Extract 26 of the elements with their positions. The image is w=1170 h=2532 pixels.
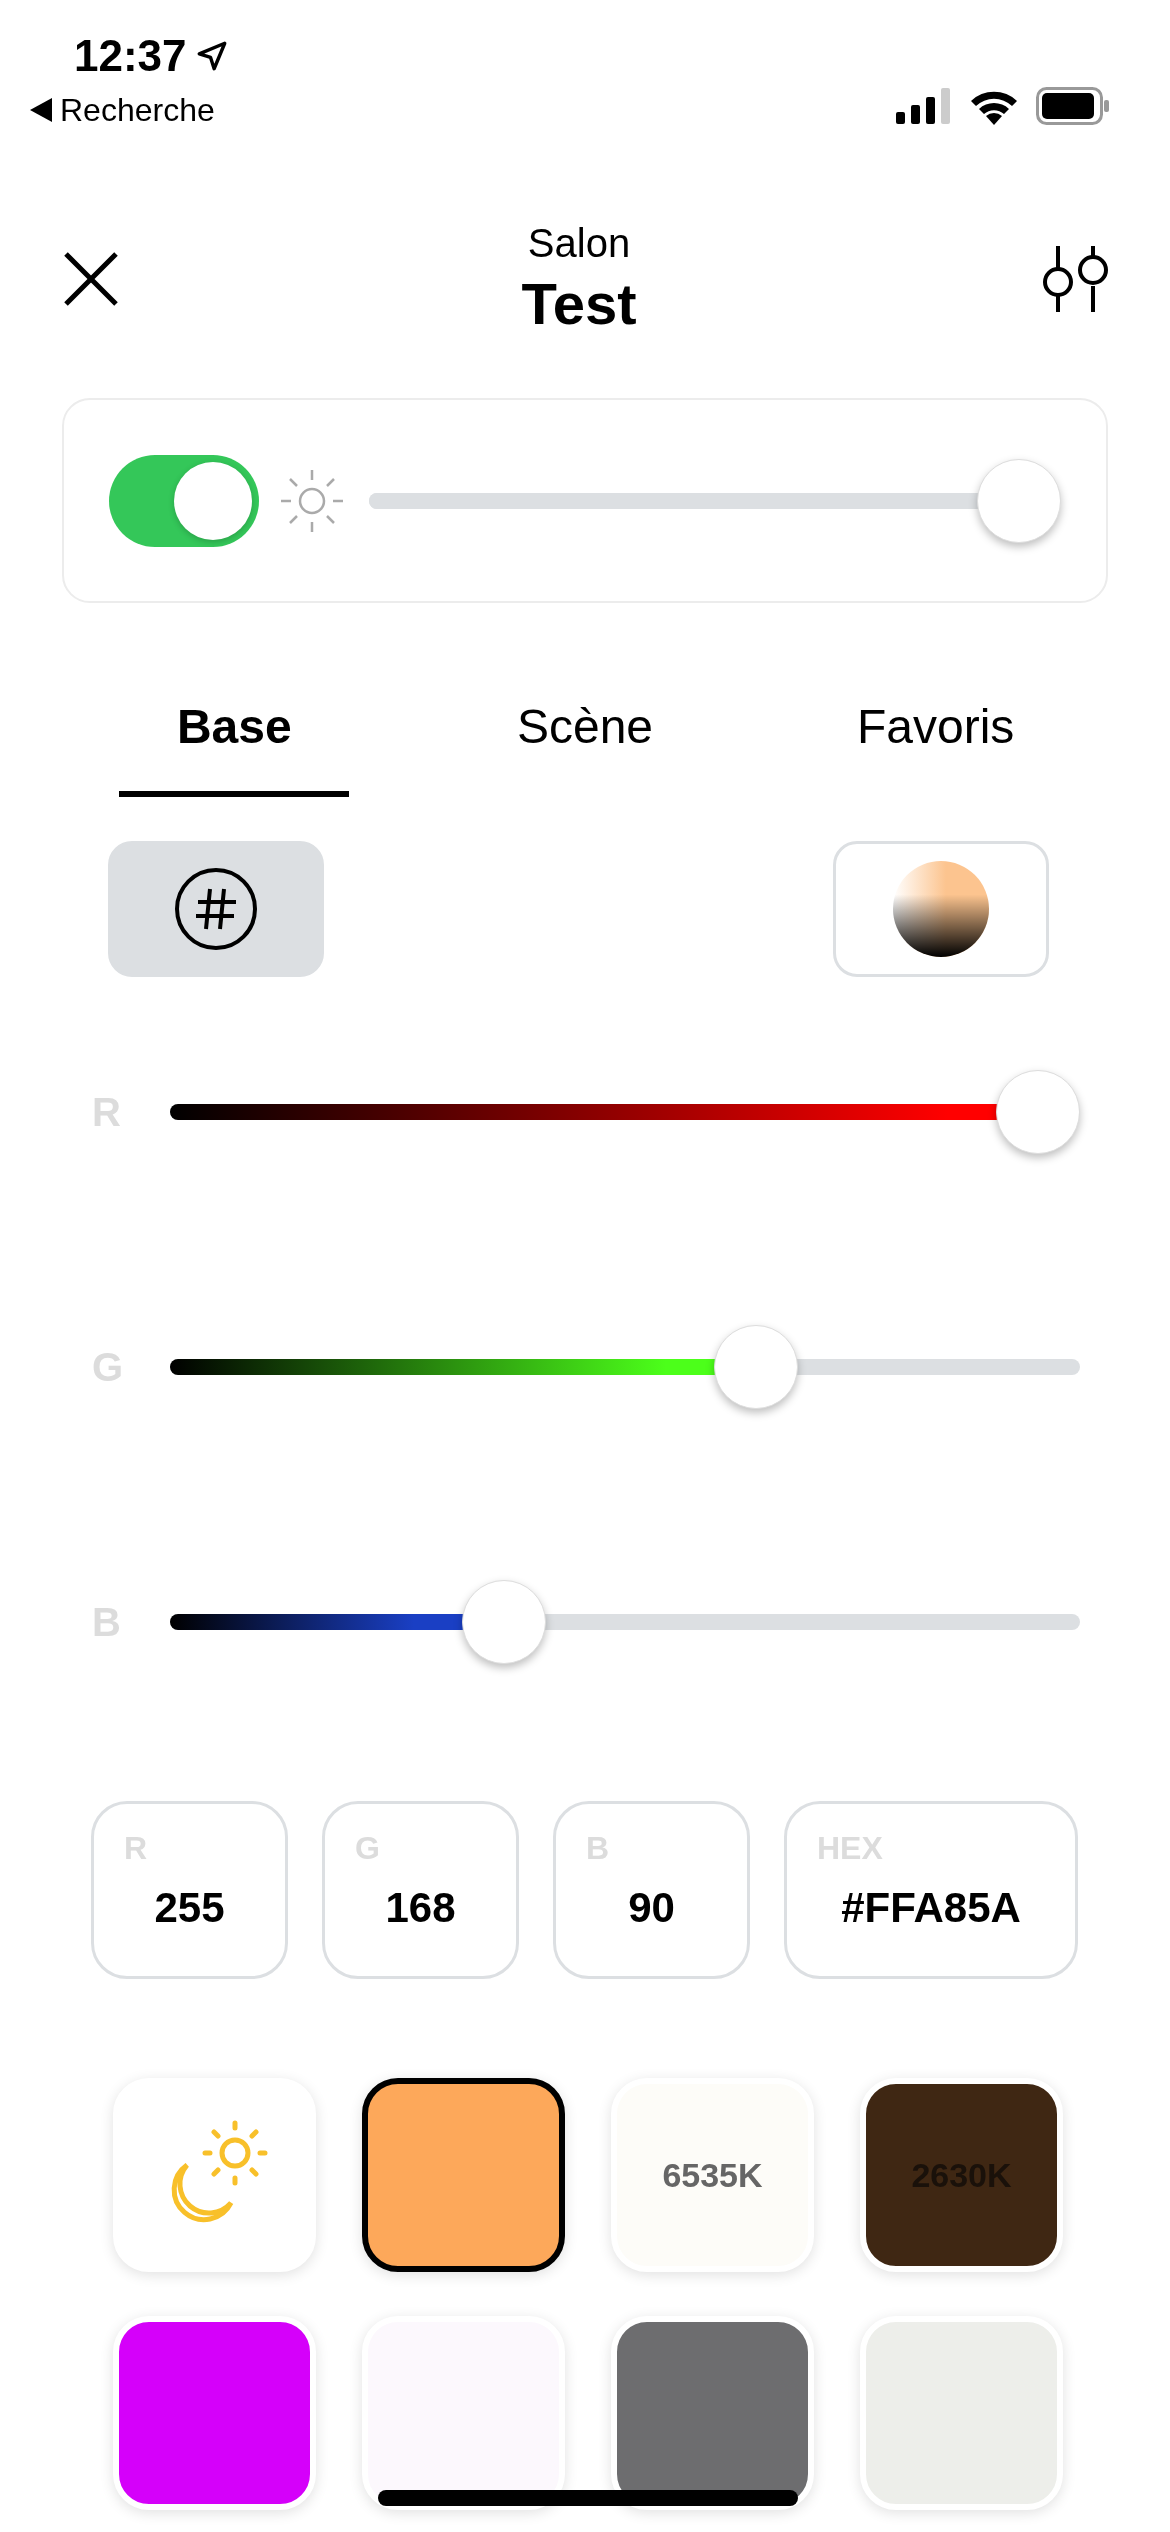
temperature-label: 6535K [662,2154,763,2196]
value-text: 90 [627,1883,676,1933]
light-name: Test [521,270,637,338]
color-wheel-button[interactable] [833,841,1049,977]
hash-icon [174,867,258,951]
color-swatch[interactable] [362,2078,565,2272]
tab[interactable]: Favoris [820,697,1051,797]
value-text: #FFA85A [840,1883,1022,1933]
tab[interactable]: Scène [470,697,700,797]
close-icon [62,250,120,308]
slider-thumb[interactable] [714,1324,799,1409]
value-text: 255 [153,1883,226,1933]
tab[interactable]: Base [119,697,350,797]
hex-mode-button[interactable] [108,841,324,977]
room-name: Salon [526,220,632,267]
clock-time: 12:37 [74,30,187,82]
slider-thumb[interactable] [996,1069,1080,1154]
value-text: 168 [384,1883,457,1933]
signal-icon [896,88,952,124]
slider-thumb[interactable] [461,1579,546,1664]
close-button[interactable] [62,250,120,308]
back-triangle-icon [30,98,52,122]
sun-icon [279,467,345,534]
slider-thumb[interactable] [977,458,1061,543]
back-link[interactable]: Recherche [30,88,215,132]
battery-icon [1036,87,1110,125]
